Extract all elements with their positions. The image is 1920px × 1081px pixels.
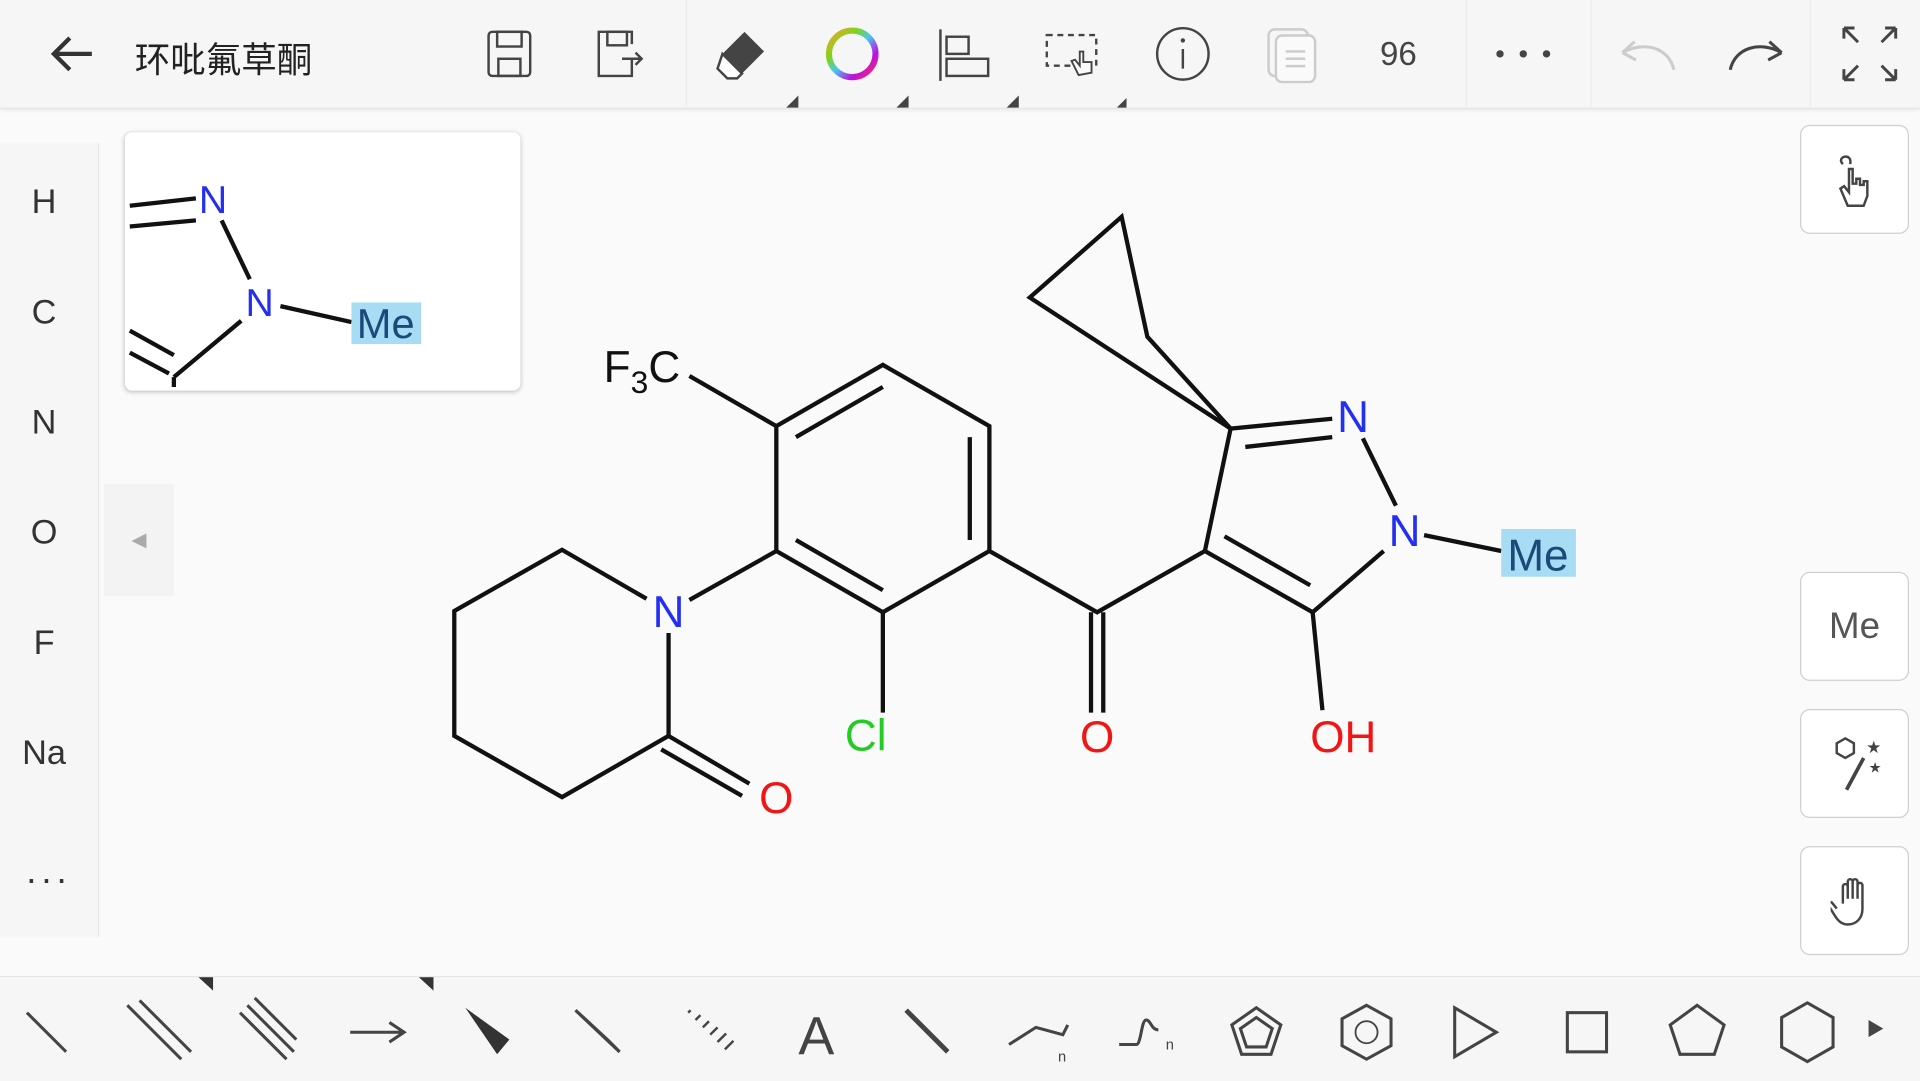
preview-n-mid: N [245,282,273,325]
element-n[interactable]: N [0,403,88,442]
bottom-toolbar: A n n [0,975,1920,1081]
back-button[interactable] [42,22,103,86]
color-button[interactable] [822,22,883,86]
atom-oh: OH [1310,713,1376,762]
save-export-icon [597,30,644,78]
more-button[interactable] [1493,22,1554,86]
select-button[interactable] [1043,22,1104,86]
double-bond-tool[interactable] [126,999,193,1061]
cyclopentadiene-tool[interactable] [1230,1005,1283,1056]
preview-me: Me [357,300,415,347]
hand-draw-icon [1838,154,1868,207]
bold-bond-tool[interactable] [904,1008,950,1054]
element-h[interactable]: H [0,182,88,221]
single-bond-tool[interactable] [25,1011,68,1053]
atom-n1: N [1389,507,1421,556]
color-wheel-icon [825,27,879,81]
save-button[interactable] [479,22,540,86]
arrow-tool[interactable] [350,1021,407,1044]
element-palette: H C N O F Na ... [0,143,100,937]
export-button[interactable] [589,22,650,86]
eraser-icon [716,31,765,80]
align-button[interactable] [933,22,994,86]
chain-tool[interactable] [1008,1024,1070,1046]
me-group-button[interactable]: Me [1800,571,1909,681]
svg-text:n: n [1166,1037,1174,1053]
arrow-left-icon [50,36,92,72]
atom-cl: Cl [845,712,887,761]
fullscreen-button[interactable] [1839,22,1900,86]
info-button[interactable] [1152,22,1213,86]
triangle-tool[interactable] [1453,1005,1500,1060]
svg-text:★: ★ [1866,736,1881,756]
element-o[interactable]: O [0,513,88,552]
atom-me: Me [1507,532,1568,581]
clean-structure-button[interactable]: ★ ★ [1800,708,1909,818]
element-f[interactable]: F [0,623,88,662]
undo-icon [1621,40,1676,71]
triple-bond-tool[interactable] [238,996,298,1061]
hand-icon [1830,877,1864,926]
atom-n2: N [1337,393,1369,442]
pentagon-tool[interactable] [1668,1003,1726,1056]
page-title: 环吡氟草酮 [134,41,313,81]
wedge-bond-tool[interactable] [465,1007,510,1055]
more-tools-button[interactable] [1868,1020,1884,1038]
atom-o-ketone: O [1080,713,1114,762]
hexagon-tool[interactable] [1780,1001,1835,1064]
redo-icon [1728,40,1783,71]
info-icon [1155,26,1210,81]
undo-button[interactable] [1616,22,1677,86]
zoom-level[interactable]: 96 [1380,36,1417,74]
atom-f3c: F3C [604,343,680,400]
magic-wand-icon: ★★ [1834,736,1881,791]
align-left-icon [939,29,990,81]
redo-button[interactable] [1727,22,1788,86]
preview-n-top: N [199,179,227,222]
copy-icon [1267,28,1317,84]
benzene-tool[interactable] [1340,1003,1393,1061]
save-icon [487,30,532,78]
me-highlight [1501,528,1576,577]
element-na[interactable]: Na [0,733,88,772]
expand-icon [1842,26,1898,82]
top-toolbar: 环吡氟草酮 96 [0,0,1920,109]
atom-n-piperidinone: N [653,588,685,637]
square-tool[interactable] [1565,1011,1609,1054]
molecule-bonds [452,212,1502,800]
copy-button[interactable] [1262,22,1323,86]
pan-button[interactable] [1800,846,1909,956]
svg-text:★: ★ [1868,760,1881,776]
hash-bond-tool[interactable] [687,1009,735,1051]
eraser-button[interactable] [711,22,772,86]
magnifier-preview: N N Me [124,132,521,391]
wavy-chain-tool[interactable] [1119,1018,1159,1047]
hollow-wedge-tool[interactable] [574,1009,621,1053]
text-tool[interactable]: A [798,1006,834,1066]
more-elements-button[interactable]: ... [5,851,93,893]
atom-o-lactam: O [759,774,793,823]
touch-draw-button[interactable] [1800,124,1909,234]
element-c[interactable]: C [0,293,88,332]
triangle-left-icon: ◀ [131,530,147,552]
lasso-select-icon [1045,33,1098,77]
svg-text:n: n [1058,1050,1066,1066]
more-dots-icon [1496,50,1551,58]
collapse-panel-button[interactable]: ◀ [104,483,174,597]
submenu-indicators [786,95,1127,108]
